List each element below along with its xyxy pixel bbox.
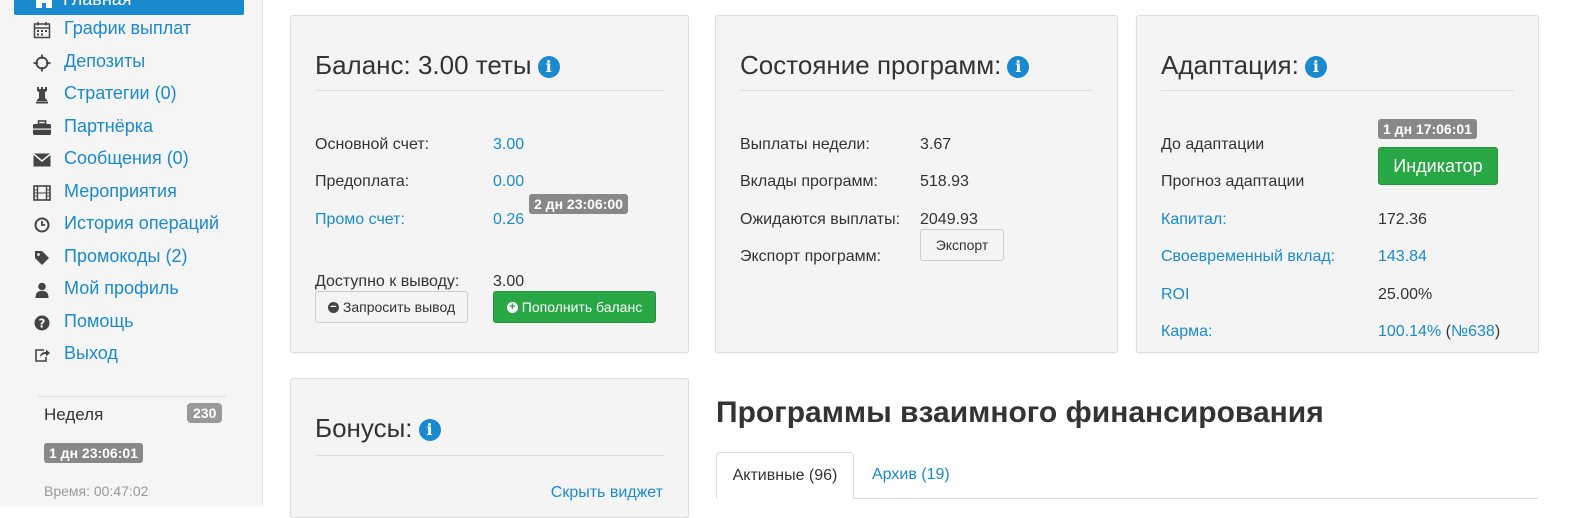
until-adaptation-label: До адаптации [1161, 136, 1265, 153]
main-account-value[interactable]: 3.00 [493, 136, 524, 154]
crosshair-icon [32, 53, 52, 73]
server-time: Время: 00:47:02 [44, 483, 149, 499]
sidebar-item-events[interactable]: Мероприятия [32, 181, 252, 205]
info-icon[interactable]: i [537, 56, 560, 78]
main-account-label: Основной счет: [315, 136, 430, 153]
capital-value: 172.36 [1378, 211, 1427, 228]
divider [740, 90, 1093, 91]
question-icon: ? [32, 313, 52, 333]
bonuses-panel: Бонусы: i Скрыть виджет [290, 378, 689, 518]
sidebar-item-profile[interactable]: Мой профиль [32, 278, 252, 302]
adaptation-title: Адаптация: i [1161, 50, 1327, 81]
divider [315, 455, 664, 456]
sidebar-item-partners[interactable]: Партнёрка [32, 116, 252, 140]
exit-icon [32, 345, 52, 365]
balance-title: Баланс: 3.00 теты i [315, 50, 560, 81]
sidebar-item-label: История операций [64, 213, 220, 233]
sidebar-item-label: Сообщения (0) [64, 148, 189, 168]
sidebar-item-label: Помощь [64, 311, 134, 331]
promo-timer-badge: 2 дн 23:06:00 [529, 194, 628, 214]
info-icon[interactable]: i [1304, 56, 1327, 78]
program-deposits-label: Вклады программ: [740, 173, 878, 190]
week-count-badge: 230 [187, 403, 223, 423]
sidebar-item-home[interactable]: Главная [14, 0, 244, 15]
roi-link[interactable]: ROI [1161, 286, 1189, 304]
programs-heading: Программы взаимного финансирования [716, 396, 1324, 429]
svg-text:?: ? [39, 317, 46, 331]
adaptation-panel: Адаптация: i До адаптации 1 дн 17:06:01 П… [1136, 15, 1539, 353]
karma-rank[interactable]: №638 [1451, 323, 1495, 340]
top-up-button[interactable]: + Пополнить баланс [493, 291, 656, 323]
prepayment-label: Предоплата: [315, 173, 410, 190]
week-timer-badge: 1 дн 23:06:01 [44, 443, 143, 463]
promo-account-link[interactable]: Промо счет: [315, 211, 405, 229]
programs-state-title: Состояние программ: i [740, 50, 1030, 81]
hide-widget-link[interactable]: Скрыть виджет [551, 484, 663, 502]
divider [315, 90, 664, 91]
clock-icon [32, 215, 52, 235]
promo-account-value[interactable]: 0.26 [493, 211, 524, 229]
sidebar-divider [38, 396, 226, 397]
sidebar-item-label: График выплат [64, 18, 192, 38]
available-value: 3.00 [493, 273, 525, 290]
sidebar-item-history[interactable]: История операций [32, 213, 252, 237]
home-icon [34, 0, 54, 13]
roi-value: 25.00% [1378, 286, 1433, 303]
export-button[interactable]: Экспорт [920, 229, 1004, 261]
sidebar-item-label: Депозиты [64, 51, 146, 71]
sidebar-item-deposits[interactable]: Депозиты [32, 51, 252, 75]
sidebar-item-label: Выход [64, 343, 118, 363]
karma-percent[interactable]: 100.14% [1378, 323, 1441, 340]
sidebar-item-promocodes[interactable]: Промокоды (2) [32, 246, 252, 270]
prepayment-value[interactable]: 0.00 [493, 173, 524, 191]
film-icon [32, 183, 52, 203]
sidebar-item-label: Главная [63, 0, 132, 10]
week-payouts-value: 3.67 [920, 136, 952, 153]
sidebar-item-strategies[interactable]: Стратегии (0) [32, 83, 252, 107]
balance-panel: Баланс: 3.00 теты i Основной счет: 3.00 П… [290, 15, 689, 353]
sidebar-item-label: Мероприятия [64, 181, 177, 201]
sidebar-item-label: Мой профиль [64, 278, 179, 298]
export-programs-label: Экспорт программ: [740, 248, 882, 265]
tab-active-programs[interactable]: Активные (96) [716, 452, 854, 499]
sidebar-item-help[interactable]: ? Помощь [32, 311, 252, 335]
divider [1161, 90, 1514, 91]
tab-archive[interactable]: Архив (19) [872, 466, 950, 484]
timely-deposit-link[interactable]: Своевременный вклад: [1161, 248, 1335, 266]
plus-circle-icon: + [506, 301, 518, 313]
programs-state-panel: Состояние программ: i Выплаты недели: 3.6… [715, 15, 1118, 353]
user-icon [32, 280, 52, 300]
withdraw-button[interactable]: − Запросить вывод [315, 291, 468, 323]
karma-link[interactable]: Карма: [1161, 323, 1212, 341]
expected-payouts-label: Ожидаются выплаты: [740, 211, 901, 228]
calendar-icon [32, 20, 52, 40]
sidebar-item-label: Стратегии (0) [64, 83, 177, 103]
bonuses-title: Бонусы: i [315, 413, 441, 444]
sidebar-item-logout[interactable]: Выход [32, 343, 252, 367]
info-icon[interactable]: i [418, 419, 441, 441]
sidebar-item-payout-schedule[interactable]: График выплат [32, 18, 252, 42]
sidebar-item-messages[interactable]: Сообщения (0) [32, 148, 252, 172]
week-payouts-label: Выплаты недели: [740, 136, 870, 153]
adaptation-timer-badge: 1 дн 17:06:01 [1378, 119, 1477, 139]
week-label: Неделя [44, 405, 104, 424]
expected-payouts-value: 2049.93 [920, 211, 978, 228]
chess-rook-icon [32, 85, 52, 105]
adaptation-forecast-label: Прогноз адаптации [1161, 173, 1305, 190]
timely-deposit-value[interactable]: 143.84 [1378, 248, 1427, 266]
sidebar: Главная График выплат Депозиты Стратегии… [0, 0, 263, 506]
sidebar-item-label: Промокоды (2) [64, 246, 188, 266]
info-icon[interactable]: i [1007, 56, 1030, 78]
tag-icon [32, 248, 52, 268]
sidebar-item-label: Партнёрка [64, 116, 154, 136]
karma-value: 100.14% (№638) [1378, 323, 1501, 340]
briefcase-icon [32, 118, 52, 138]
envelope-icon [32, 150, 52, 170]
indicator-button[interactable]: Индикатор [1378, 147, 1498, 185]
minus-circle-icon: − [327, 301, 339, 313]
program-deposits-value: 518.93 [920, 173, 969, 190]
capital-link[interactable]: Капитал: [1161, 211, 1227, 229]
available-label: Доступно к выводу: [315, 273, 460, 290]
